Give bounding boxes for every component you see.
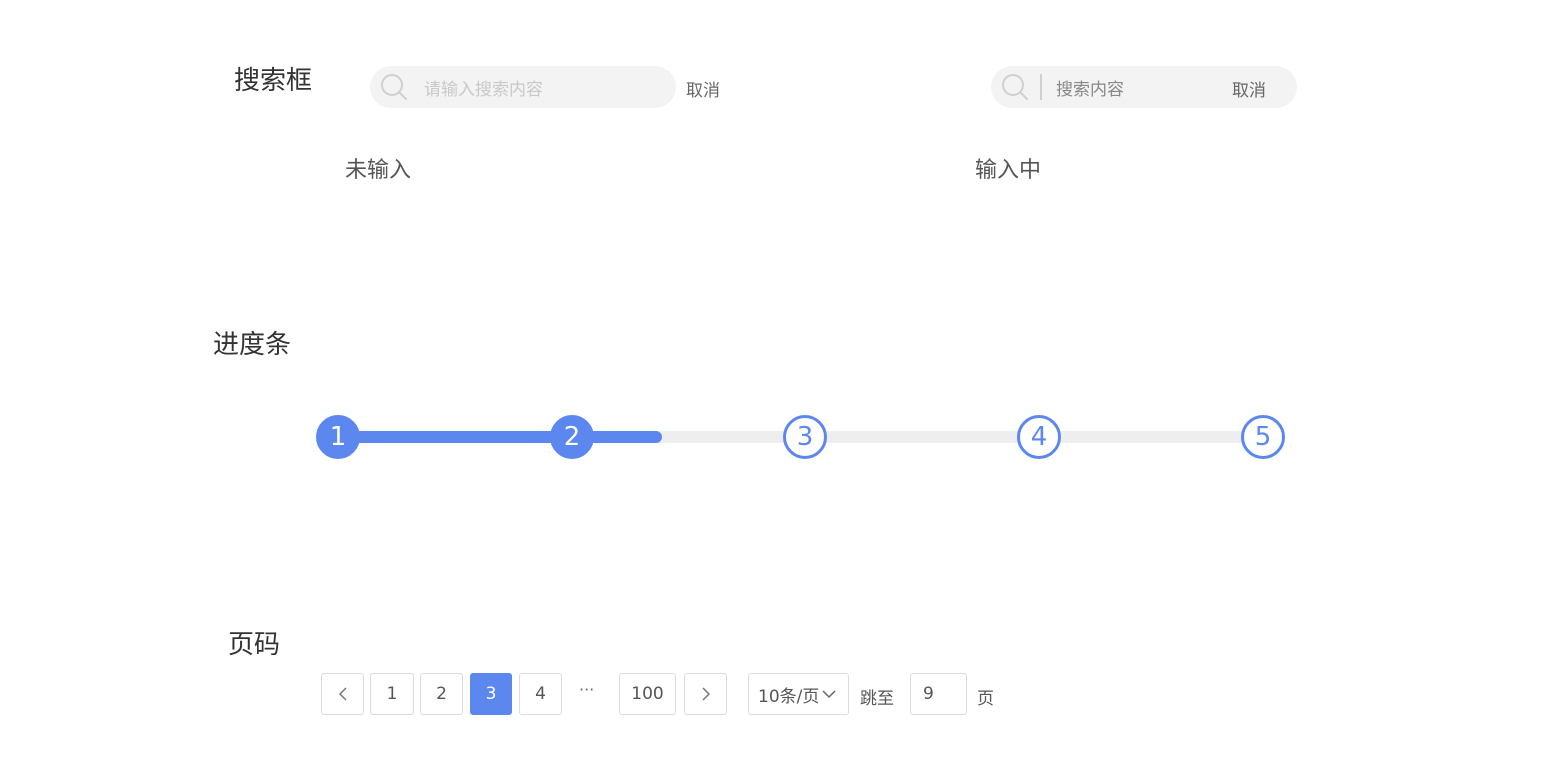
cancel-button[interactable]: 取消	[686, 76, 720, 101]
step-1[interactable]: 1	[316, 415, 360, 459]
page-button-2[interactable]: 2	[420, 673, 463, 715]
page-button-1[interactable]: 1	[370, 673, 414, 715]
search-idle-caption: 未输入	[345, 158, 412, 183]
jump-to-label: 跳至	[860, 689, 894, 709]
progress-section-title: 进度条	[213, 330, 292, 360]
search-box-idle[interactable]: 请输入搜索内容	[370, 66, 676, 108]
jump-page-input[interactable]: 9	[910, 673, 967, 715]
text-caret	[1040, 74, 1042, 100]
search-icon	[381, 74, 407, 100]
search-input-placeholder[interactable]: 请输入搜索内容	[424, 75, 543, 100]
search-typing-caption: 输入中	[975, 158, 1042, 183]
pagination-section-title: 页码	[228, 630, 281, 660]
search-section-title: 搜索框	[234, 66, 313, 96]
search-box-typing[interactable]: 搜索内容 取消	[991, 66, 1297, 108]
chevron-down-icon	[822, 690, 836, 699]
page-size-select[interactable]: 10条/页	[748, 673, 849, 715]
page-button-4[interactable]: 4	[519, 673, 562, 715]
search-input-value[interactable]: 搜索内容	[1056, 75, 1124, 100]
step-2[interactable]: 2	[550, 415, 594, 459]
page-suffix-label: 页	[977, 689, 994, 709]
prev-page-button[interactable]	[321, 673, 364, 715]
search-icon	[1002, 74, 1028, 100]
pagination-ellipsis: ···	[579, 680, 595, 699]
chevron-left-icon	[338, 687, 347, 701]
next-page-button[interactable]	[684, 673, 727, 715]
progress-fill	[338, 431, 662, 443]
step-3[interactable]: 3	[783, 415, 827, 459]
page-size-value: 10条/页	[758, 686, 820, 707]
step-5[interactable]: 5	[1241, 415, 1285, 459]
cancel-button[interactable]: 取消	[1232, 76, 1266, 101]
chevron-right-icon	[701, 687, 710, 701]
step-4[interactable]: 4	[1017, 415, 1061, 459]
page-button-3-current[interactable]: 3	[470, 673, 512, 715]
page-button-last[interactable]: 100	[619, 673, 676, 715]
